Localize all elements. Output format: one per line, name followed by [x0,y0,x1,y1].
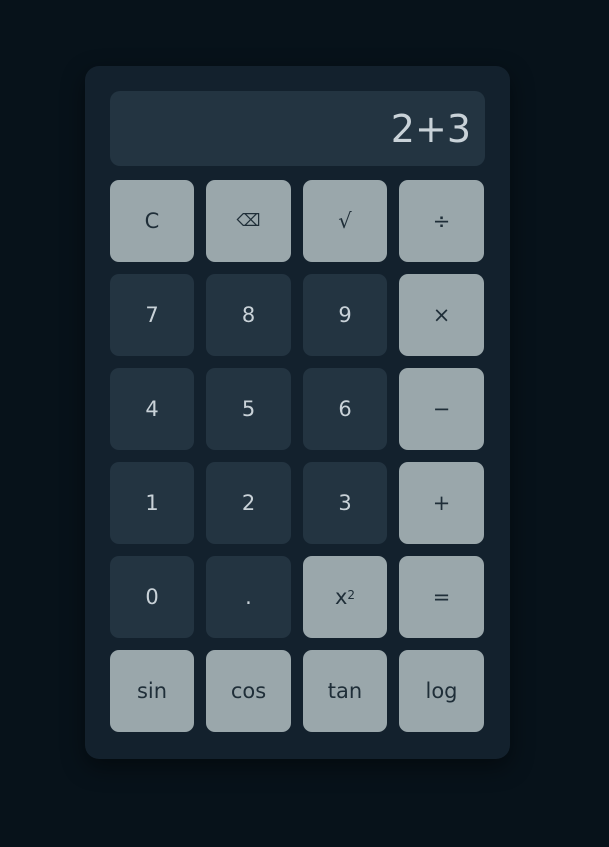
backspace-button[interactable]: ⌫ [206,180,291,262]
square-exponent: 2 [347,588,356,602]
divide-button[interactable]: ÷ [399,180,484,262]
equals-button[interactable]: = [399,556,484,638]
tan-button[interactable]: tan [303,650,387,732]
digit-3-button[interactable]: 3 [303,462,387,544]
digit-2-button[interactable]: 2 [206,462,291,544]
clear-button[interactable]: C [110,180,194,262]
sqrt-button[interactable]: √ [303,180,387,262]
display: 2+3 [110,91,485,166]
sin-button[interactable]: sin [110,650,194,732]
keypad: C ⌫ √ ÷ 7 8 9 × 4 5 6 − 1 2 3 + 0 . x2 =… [110,180,485,732]
digit-6-button[interactable]: 6 [303,368,387,450]
decimal-button[interactable]: . [206,556,291,638]
digit-4-button[interactable]: 4 [110,368,194,450]
plus-button[interactable]: + [399,462,484,544]
square-base: x [334,585,348,609]
digit-8-button[interactable]: 8 [206,274,291,356]
display-value: 2+3 [390,106,471,151]
digit-0-button[interactable]: 0 [110,556,194,638]
backspace-icon: ⌫ [236,211,261,231]
digit-1-button[interactable]: 1 [110,462,194,544]
digit-7-button[interactable]: 7 [110,274,194,356]
digit-5-button[interactable]: 5 [206,368,291,450]
digit-9-button[interactable]: 9 [303,274,387,356]
minus-button[interactable]: − [399,368,484,450]
cos-button[interactable]: cos [206,650,291,732]
multiply-button[interactable]: × [399,274,484,356]
square-button[interactable]: x2 [303,556,387,638]
log-button[interactable]: log [399,650,484,732]
calculator: 2+3 C ⌫ √ ÷ 7 8 9 × 4 5 6 − 1 2 3 + 0 . … [85,66,510,759]
